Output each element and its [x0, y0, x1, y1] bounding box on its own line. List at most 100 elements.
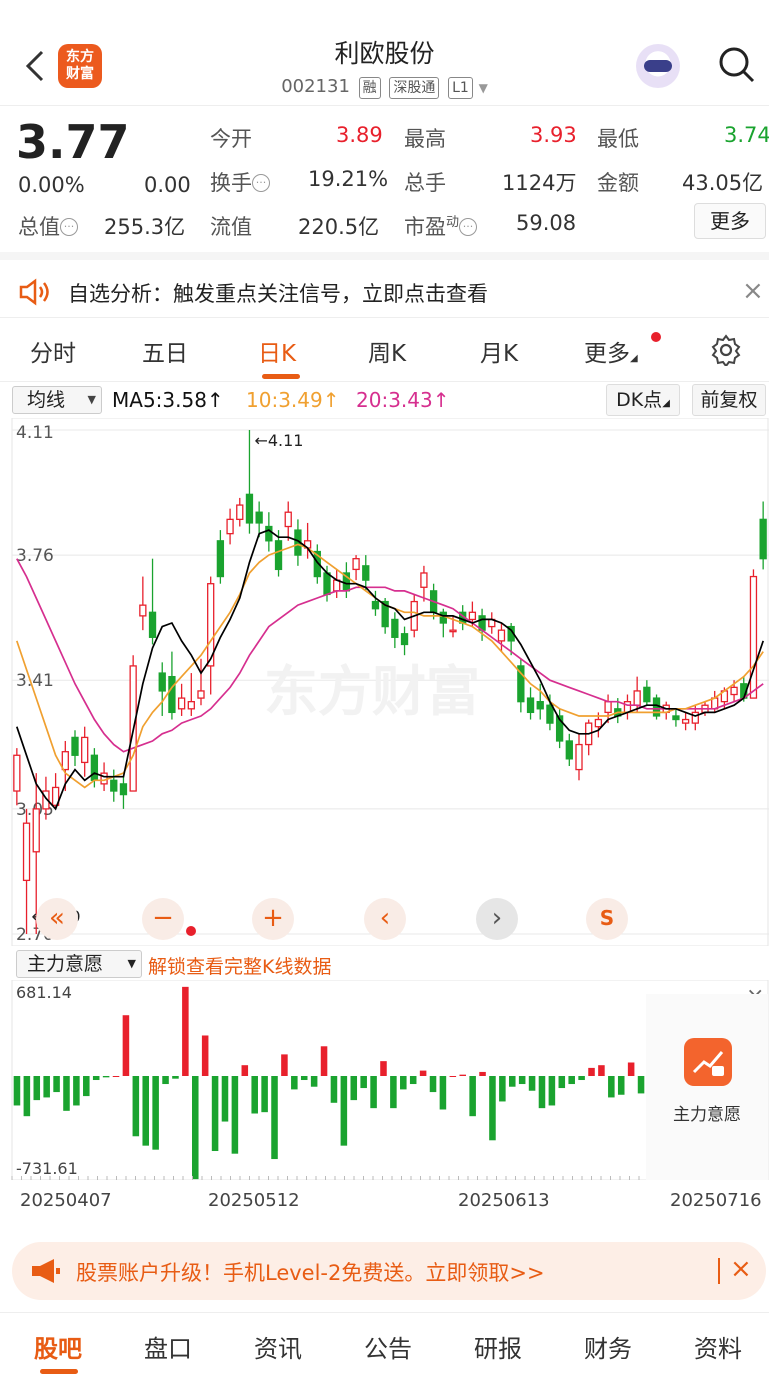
search-icon[interactable]: [716, 44, 756, 84]
adjust-button[interactable]: 前复权: [692, 384, 766, 416]
tab-more[interactable]: 更多◢: [584, 334, 638, 368]
tab-research[interactable]: 研报: [474, 1329, 522, 1364]
signal-s-icon[interactable]: S: [586, 898, 628, 940]
candle-up: [497, 629, 506, 642]
ma-legend-row: 均线 ▼ MA5:3.58↑ 10:3.49↑ 20:3.43↑ DK点◢ 前复权: [0, 382, 769, 418]
low-label: 最低: [597, 127, 639, 151]
outflow-bar: [330, 1076, 338, 1103]
tag-level[interactable]: L1: [448, 77, 473, 99]
active-tab-underline: [40, 1369, 78, 1374]
scroll-left-icon[interactable]: ‹: [364, 898, 406, 940]
candle-down: [274, 540, 283, 571]
promo-banner[interactable]: 股票账户升级！手机Level-2免费送。立即领取>> ×: [12, 1242, 766, 1300]
info-icon[interactable]: ···: [252, 174, 270, 192]
outflow-bar: [231, 1076, 239, 1154]
dropdown-arrow-icon[interactable]: ▼: [479, 81, 488, 95]
main-force-side-button[interactable]: 主力意愿: [646, 994, 768, 1180]
outflow-bar: [637, 1076, 645, 1094]
unlock-link[interactable]: 解锁查看完整K线数据: [148, 952, 331, 979]
high-label: 最高: [404, 127, 446, 151]
tab-five-day[interactable]: 五日: [142, 334, 188, 368]
inflow-bar: [449, 1076, 457, 1077]
inflow-bar: [112, 1076, 120, 1077]
turnover-label[interactable]: 换手 ···: [210, 167, 270, 197]
scroll-left-fast-icon[interactable]: «: [36, 898, 78, 940]
tab-profile[interactable]: 资料: [694, 1329, 742, 1364]
candle-down: [643, 686, 651, 703]
candle-up: [32, 808, 40, 853]
tab-daily-k[interactable]: 日K: [258, 334, 296, 368]
candle-up: [226, 518, 234, 535]
inflow-bar: [598, 1065, 605, 1076]
volume-indicator-select[interactable]: 主力意愿 ▼: [16, 950, 142, 978]
zoom-in-icon[interactable]: +: [252, 898, 294, 940]
y-tick-label: 3.76: [16, 546, 54, 566]
candle-up: [187, 701, 195, 710]
tab-announcements[interactable]: 公告: [364, 1329, 412, 1364]
candle-up: [730, 686, 738, 696]
pe-label[interactable]: 市盈动 ···: [404, 211, 478, 241]
candle-down: [362, 565, 370, 581]
outflow-bar: [538, 1076, 546, 1109]
tab-monthly-k[interactable]: 月K: [480, 334, 518, 368]
outflow-bar: [43, 1076, 50, 1098]
candle-down: [245, 493, 254, 524]
outflow-bar: [83, 1076, 90, 1097]
y-tick-label: 4.11: [16, 423, 54, 443]
ma20-value: 20:3.43↑: [356, 388, 450, 412]
scroll-right-icon[interactable]: ›: [476, 898, 518, 940]
tab-pankou[interactable]: 盘口: [144, 1329, 192, 1364]
dk-point-button[interactable]: DK点◢: [606, 384, 680, 416]
candle-down: [400, 633, 409, 646]
outflow-bar: [271, 1076, 278, 1160]
outflow-bar: [142, 1076, 150, 1146]
inflow-bar: [380, 1061, 387, 1076]
notification-dot: [651, 332, 661, 342]
trend-chart-icon: [684, 1038, 732, 1086]
alert-bar[interactable]: 自选分析：触发重点关注信号，立即点击查看 ×: [0, 252, 769, 318]
inflow-bar: [281, 1054, 288, 1076]
y-tick-label: 3.41: [16, 671, 54, 691]
inflow-bar: [419, 1070, 427, 1076]
zoom-out-icon[interactable]: −: [142, 898, 184, 940]
settings-gear-icon[interactable]: [710, 334, 742, 366]
candle-down: [216, 540, 225, 578]
candle-up: [449, 629, 457, 633]
tab-guba[interactable]: 股吧: [34, 1329, 82, 1364]
outflow-bar: [132, 1076, 140, 1137]
info-icon[interactable]: ···: [60, 218, 78, 236]
robot-avatar-icon[interactable]: [636, 44, 680, 88]
outflow-bar: [221, 1076, 229, 1122]
info-icon[interactable]: ···: [459, 218, 478, 236]
outflow-bar: [360, 1076, 367, 1089]
outflow-bar: [429, 1076, 437, 1093]
outflow-bar: [211, 1076, 219, 1152]
kline-chart[interactable]: 4.113.763.413.052.70东方财富←4.11←2.70: [0, 418, 769, 946]
outflow-bar: [528, 1076, 536, 1091]
tab-weekly-k[interactable]: 周K: [368, 334, 406, 368]
outflow-bar: [518, 1076, 526, 1085]
outflow-bar: [548, 1076, 556, 1106]
outflow-bar: [23, 1076, 31, 1117]
mcap-label[interactable]: 总值 ···: [18, 211, 78, 241]
candle-up: [594, 718, 603, 728]
outflow-bar: [291, 1076, 298, 1090]
ma10-value: 10:3.49↑: [246, 388, 340, 412]
close-icon[interactable]: ×: [742, 276, 764, 306]
tab-intraday[interactable]: 分时: [30, 334, 76, 368]
float-value: 220.5亿: [298, 215, 380, 239]
tab-news[interactable]: 资讯: [254, 1329, 302, 1364]
candle-up: [177, 697, 186, 710]
amount-label: 金额: [597, 171, 639, 195]
tab-finance[interactable]: 财务: [584, 1329, 632, 1364]
quote-panel: 3.77 0.00% 0.00 今开 3.89 最高 3.93 最低 3.74 …: [0, 107, 769, 252]
candle-down: [119, 783, 128, 796]
outflow-bar: [162, 1076, 169, 1085]
outflow-bar: [370, 1076, 377, 1109]
outflow-bar: [340, 1076, 348, 1146]
close-promo-icon[interactable]: ×: [730, 1254, 752, 1284]
indicator-select[interactable]: 均线 ▼: [12, 386, 102, 414]
inflow-bar: [122, 1015, 130, 1076]
more-button[interactable]: 更多: [694, 203, 766, 239]
candle-down: [148, 611, 157, 638]
